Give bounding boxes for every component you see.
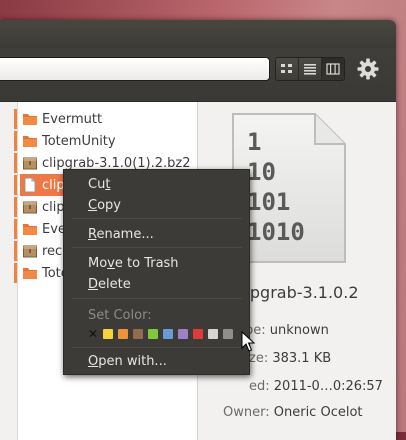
property-size: ze: 383.1 KB [249,351,331,366]
menu-item-open-with[interactable]: Open with... [88,354,167,369]
set-color-label: Set Color: [88,308,152,323]
label-part: Cu [88,177,106,192]
mnemonic: v [107,256,115,271]
property-label: Owner: [223,405,270,420]
menu-item-delete[interactable]: Delete [88,277,131,292]
label-part: elete [98,277,131,292]
folder-icon [23,114,37,125]
color-swatch-green[interactable] [148,329,158,339]
list-view-icon [304,64,316,75]
row-marker [14,197,17,217]
archive-icon [23,245,37,258]
color-swatch-blue[interactable] [163,329,173,339]
archive-icon [23,201,37,214]
label-part: pen with... [98,354,167,369]
thumb-line: 1010 [247,218,305,246]
menu-separator [72,298,242,299]
view-switcher [275,57,345,81]
property-owner: Owner: Oneric Ocelot [223,405,363,420]
menu-item-rename[interactable]: Rename... [88,227,154,242]
row-marker [14,175,17,195]
color-swatch-orange[interactable] [118,329,128,339]
menu-item-cut[interactable]: Cut [88,177,110,192]
menu-item-copy[interactable]: Copy [88,198,121,213]
folder-icon [23,136,37,147]
property-value: Oneric Ocelot [273,405,363,420]
file-name: Evermutt [42,111,103,127]
toolbar [0,48,396,102]
file-row[interactable]: TotemUnity [20,130,198,152]
menu-separator [72,218,242,219]
folder-icon [23,268,37,279]
thumbnail-binary-text: 1 10 101 1010 [247,127,305,247]
file-name: TotemUnity [42,133,116,149]
property-modified: ed: 2011-0…0:26:57 [249,379,383,394]
property-label: ed: [249,379,270,394]
row-marker [14,153,17,173]
thumb-line: 10 [247,158,276,186]
row-marker [14,241,17,261]
mouse-pointer-icon [241,331,255,352]
window-titlebar[interactable] [0,20,396,48]
color-swatches: ✕ [88,328,238,340]
compact-view-icon [326,63,340,75]
menu-separator [72,247,242,248]
mnemonic: D [88,277,99,292]
property-type: pe: unknown [245,323,329,338]
list-view-button[interactable] [299,58,322,80]
archive-icon [23,157,37,170]
document-icon [24,177,36,193]
row-marker [14,109,17,129]
label-part: e to Trash [114,256,179,271]
icon-view-icon [281,64,292,73]
icon-view-button[interactable] [276,58,299,80]
mnemonic: t [105,177,111,192]
context-menu: Cut Copy Rename... Move to Trash Delete … [63,169,250,375]
mnemonic: O [88,354,99,369]
property-label: ze: [249,351,269,366]
location-bar[interactable] [0,57,270,81]
label-part: opy [97,198,121,213]
color-swatch-purple[interactable] [178,329,188,339]
no-color-swatch[interactable]: ✕ [88,328,98,340]
color-swatch-yellow[interactable] [103,329,113,339]
folder-icon [23,224,37,235]
thumb-line: 101 [247,188,291,216]
property-value: 383.1 KB [272,351,332,366]
settings-button[interactable] [355,56,381,82]
mnemonic: C [88,198,98,213]
color-swatch-light-gray[interactable] [208,329,218,339]
row-marker [14,219,17,239]
thumb-line: 1 [247,128,262,156]
file-row[interactable]: Evermutt [20,108,198,130]
preview-file-name: lipgrab-3.1.0.2 [241,283,359,302]
row-marker [14,263,17,283]
color-swatch-dark-gray[interactable] [223,329,233,339]
color-swatch-red[interactable] [193,329,203,339]
menu-separator [72,347,242,348]
property-value: unknown [269,323,329,338]
label-part: ename... [96,227,154,242]
gear-icon [357,58,379,80]
row-marker [14,131,17,151]
label-part: Mo [88,256,108,271]
menu-item-move-to-trash[interactable]: Move to Trash [88,256,179,271]
property-value: 2011-0…0:26:57 [273,379,383,394]
color-swatch-brown[interactable] [133,329,143,339]
compact-view-button[interactable] [322,58,344,80]
